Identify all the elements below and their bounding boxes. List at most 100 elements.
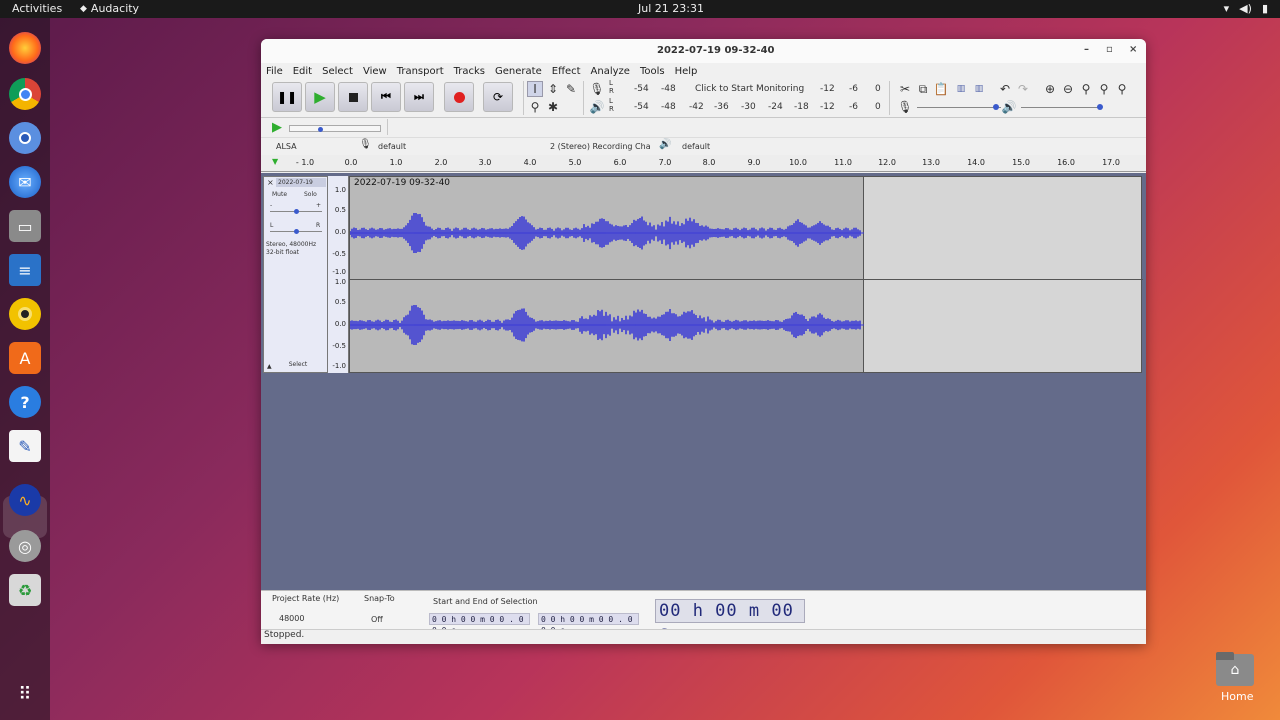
play-scale-48: -48 — [661, 102, 676, 112]
slider-thumb[interactable] — [318, 127, 323, 132]
zoom-tool-icon[interactable]: ⚲ — [527, 99, 543, 115]
home-folder-icon[interactable]: ⌂ — [1216, 652, 1254, 686]
record-button[interactable] — [444, 82, 474, 112]
writer-icon[interactable]: ≡ — [9, 254, 41, 286]
envelope-tool-icon[interactable]: ⇕ — [545, 81, 561, 97]
snap-to-select[interactable]: Off — [371, 615, 383, 624]
zoom-in-icon[interactable]: ⊕ — [1042, 81, 1058, 97]
files-icon[interactable]: ▭ — [9, 210, 41, 242]
waveform-display[interactable]: 2022-07-19 09-32-40 — [349, 176, 1143, 373]
audio-position-display[interactable]: 00 h 00 m 00 s — [655, 599, 805, 643]
help-icon[interactable]: ? — [9, 386, 41, 418]
maximize-button[interactable]: ▫ — [1106, 44, 1113, 55]
close-button[interactable]: × — [1129, 44, 1137, 55]
microphone-icon[interactable]: 🎙 — [589, 81, 605, 97]
trash-icon[interactable]: ♻ — [9, 574, 41, 606]
track-control-panel[interactable]: × 2022-07-19 Mute Solo - + L R Stereo, 4… — [263, 176, 328, 373]
redo-icon[interactable]: ↷ — [1015, 81, 1031, 97]
y-tick: 0.0 — [334, 320, 346, 328]
paste-icon[interactable]: 📋 — [933, 81, 949, 97]
firefox-icon[interactable] — [9, 32, 41, 64]
show-apps-icon[interactable]: ⠿ — [9, 678, 41, 710]
recording-device-select[interactable]: default — [378, 142, 406, 151]
menu-view[interactable]: View — [363, 66, 387, 77]
menu-tools[interactable]: Tools — [640, 66, 665, 77]
zoom-out-icon[interactable]: ⊖ — [1060, 81, 1076, 97]
undo-icon[interactable]: ↶ — [997, 81, 1013, 97]
tracks-area[interactable]: × 2022-07-19 Mute Solo - + L R Stereo, 4… — [261, 173, 1146, 590]
selection-tool-icon[interactable]: I — [527, 81, 543, 97]
menu-select[interactable]: Select — [322, 66, 353, 77]
track-close-icon[interactable]: × — [267, 178, 274, 187]
track-select-button[interactable]: Select — [286, 361, 310, 368]
thunderbird-icon[interactable]: ✉ — [9, 166, 41, 198]
slider-thumb[interactable] — [993, 104, 999, 110]
loop-button[interactable]: ⟳ — [483, 82, 513, 112]
text-editor-icon[interactable]: ✎ — [9, 430, 41, 462]
timeline-ruler[interactable]: ▼ - 1.0 0.0 1.0 2.0 3.0 4.0 5.0 6.0 7.0 … — [261, 155, 1146, 172]
fit-selection-icon[interactable]: ⚲ — [1078, 81, 1094, 97]
minimize-button[interactable]: – — [1084, 44, 1089, 55]
play-at-speed-icon[interactable]: ▶ — [269, 119, 285, 135]
vertical-ruler: 1.0 0.5 0.0 -0.5 -1.0 1.0 0.5 0.0 -0.5 -… — [328, 176, 349, 373]
gain-slider[interactable] — [270, 209, 322, 214]
slider-thumb[interactable] — [294, 209, 299, 214]
solo-button[interactable]: Solo — [304, 191, 317, 198]
recording-channels-select[interactable]: 2 (Stereo) Recording Cha — [550, 142, 651, 151]
cut-icon[interactable]: ✂ — [897, 81, 913, 97]
draw-tool-icon[interactable]: ✎ — [563, 81, 579, 97]
track-name-menu[interactable]: 2022-07-19 — [276, 178, 326, 187]
pan-slider[interactable] — [270, 229, 322, 234]
app-menu[interactable]: ◆ Audacity — [80, 2, 139, 15]
menu-generate[interactable]: Generate — [495, 66, 542, 77]
title-bar[interactable]: 2022-07-19 09-32-40 – ▫ × — [261, 39, 1146, 63]
trim-icon[interactable]: ▥ — [953, 81, 969, 97]
pause-button[interactable]: ❚❚ — [272, 82, 302, 112]
fit-project-icon[interactable]: ⚲ — [1096, 81, 1112, 97]
copy-icon[interactable]: ⧉ — [915, 81, 931, 97]
silence-icon[interactable]: ▥ — [971, 81, 987, 97]
project-rate-select[interactable]: 48000 — [279, 614, 304, 623]
ruler-tick: 5.0 — [568, 158, 582, 167]
playback-device-select[interactable]: default — [682, 142, 710, 151]
menu-analyze[interactable]: Analyze — [591, 66, 630, 77]
selection-end-field[interactable]: 0 0 h 0 0 m 0 0 . 0 0 0 s — [538, 613, 639, 635]
mute-button[interactable]: Mute — [272, 191, 287, 198]
play-button[interactable]: ▶ — [305, 82, 335, 112]
playback-meter[interactable]: -54 -48 -42 -36 -30 -24 -18 -12 -6 0 — [617, 99, 883, 113]
chromium-icon[interactable] — [9, 122, 41, 154]
selection-start-field[interactable]: 0 0 h 0 0 m 0 0 . 0 0 0 s — [429, 613, 530, 635]
record-volume-slider[interactable] — [917, 104, 1001, 110]
slider-thumb[interactable] — [1097, 104, 1103, 110]
multi-tool-icon[interactable]: ✱ — [545, 99, 561, 115]
y-tick: -1.0 — [332, 362, 346, 370]
zoom-toggle-icon[interactable]: ⚲ — [1114, 81, 1130, 97]
playback-volume-slider[interactable] — [1021, 104, 1103, 110]
collapse-track-icon[interactable]: ▲ — [267, 363, 272, 370]
audio-host-select[interactable]: ALSA — [276, 142, 297, 151]
monitor-prompt[interactable]: Click to Start Monitoring — [695, 84, 804, 94]
menu-help[interactable]: Help — [675, 66, 698, 77]
menu-transport[interactable]: Transport — [397, 66, 444, 77]
speaker-icon[interactable]: 🔊 — [589, 99, 605, 115]
software-icon[interactable]: A — [9, 342, 41, 374]
skip-start-button[interactable]: ⏮ — [371, 82, 401, 112]
audio-clip[interactable]: 2022-07-19 09-32-40 — [350, 177, 864, 372]
menu-tracks[interactable]: Tracks — [454, 66, 485, 77]
record-meter[interactable]: -54 -48 Click to Start Monitoring -12 -6… — [617, 81, 883, 95]
disc-icon[interactable]: ◎ — [9, 530, 41, 562]
rhythmbox-icon[interactable] — [9, 298, 41, 330]
clock[interactable]: Jul 21 23:31 — [638, 2, 704, 15]
system-tray[interactable]: ▾ ◀) ▮ — [1224, 2, 1268, 15]
menu-effect[interactable]: Effect — [552, 66, 581, 77]
stop-button[interactable] — [338, 82, 368, 112]
slider-thumb[interactable] — [294, 229, 299, 234]
menu-file[interactable]: File — [266, 66, 283, 77]
menu-edit[interactable]: Edit — [293, 66, 312, 77]
chrome-icon[interactable] — [9, 78, 41, 110]
play-speed-slider[interactable] — [289, 125, 381, 132]
audacity-icon[interactable]: ∿ — [9, 484, 41, 516]
activities-button[interactable]: Activities — [12, 2, 62, 15]
skip-end-button[interactable]: ⏭ — [404, 82, 434, 112]
pinned-play-head-icon[interactable]: ▼ — [272, 157, 278, 166]
